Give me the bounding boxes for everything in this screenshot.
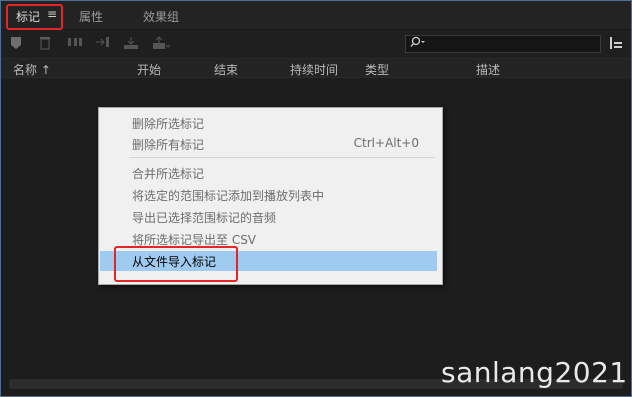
column-description[interactable]: 描述 (476, 61, 500, 78)
tab-properties[interactable]: 属性 (79, 8, 103, 25)
menu-item-export-audio[interactable]: 导出已选择范围标记的音频 (100, 207, 439, 227)
menu-item-add-to-playlist[interactable]: 将选定的范围标记添加到播放列表中 (100, 185, 439, 205)
column-type[interactable]: 类型 (365, 61, 389, 78)
import-icon[interactable] (95, 36, 111, 52)
marker-icon[interactable] (8, 36, 24, 52)
list-settings-icon[interactable] (609, 36, 623, 53)
menu-item-label: 删除所有标记 (132, 138, 205, 152)
menu-item-label: 删除所选标记 (132, 117, 205, 131)
align-icon[interactable] (123, 36, 139, 52)
menu-item-export-csv[interactable]: 将所选标记导出至 CSV (100, 229, 439, 249)
menu-item-delete-all[interactable]: 删除所有标记 Ctrl+Alt+0 (100, 134, 439, 154)
trash-icon[interactable] (37, 36, 53, 52)
menu-item-label: 导出已选择范围标记的音频 (132, 211, 277, 225)
menu-item-shortcut: Ctrl+Alt+0 (353, 136, 419, 150)
column-start[interactable]: 开始 (137, 61, 161, 78)
column-name[interactable]: 名称 ↑ (13, 61, 51, 78)
tab-effect-group[interactable]: 效果组 (143, 8, 179, 25)
menu-item-import-from-file[interactable]: 从文件导入标记 (100, 251, 437, 271)
tab-markers[interactable]: 标记 (16, 8, 40, 25)
context-menu: 删除所选标记 删除所有标记 Ctrl+Alt+0 合并所选标记 将选定的范围标记… (98, 107, 443, 285)
export-icon[interactable] (152, 36, 171, 52)
menu-item-merge-selected[interactable]: 合并所选标记 (100, 163, 439, 183)
menu-item-label: 合并所选标记 (132, 167, 205, 181)
panel-menu-icon[interactable]: ≡ (47, 7, 57, 21)
menu-separator (129, 157, 435, 158)
menu-item-label: 将所选标记导出至 CSV (132, 233, 257, 247)
panel-tab-bar: 标记 ≡ 属性 效果组 (1, 1, 631, 30)
search-input[interactable] (405, 35, 601, 53)
menu-item-label: 将选定的范围标记添加到播放列表中 (132, 189, 325, 203)
menu-item-delete-selected[interactable]: 删除所选标记 (100, 113, 439, 133)
distribute-icon[interactable] (67, 36, 83, 52)
menu-item-label: 从文件导入标记 (132, 255, 217, 269)
column-duration[interactable]: 持续时间 (290, 61, 338, 78)
markers-panel: 标记 ≡ 属性 效果组 名称 ↑ 开始 结束 持续时间 类型 描述 删除所选标记… (0, 0, 632, 397)
column-headers: 名称 ↑ 开始 结束 持续时间 类型 描述 (1, 58, 631, 78)
column-end[interactable]: 结束 (214, 61, 238, 78)
watermark-text: sanlang2021 (441, 356, 628, 389)
search-icon (410, 36, 428, 51)
